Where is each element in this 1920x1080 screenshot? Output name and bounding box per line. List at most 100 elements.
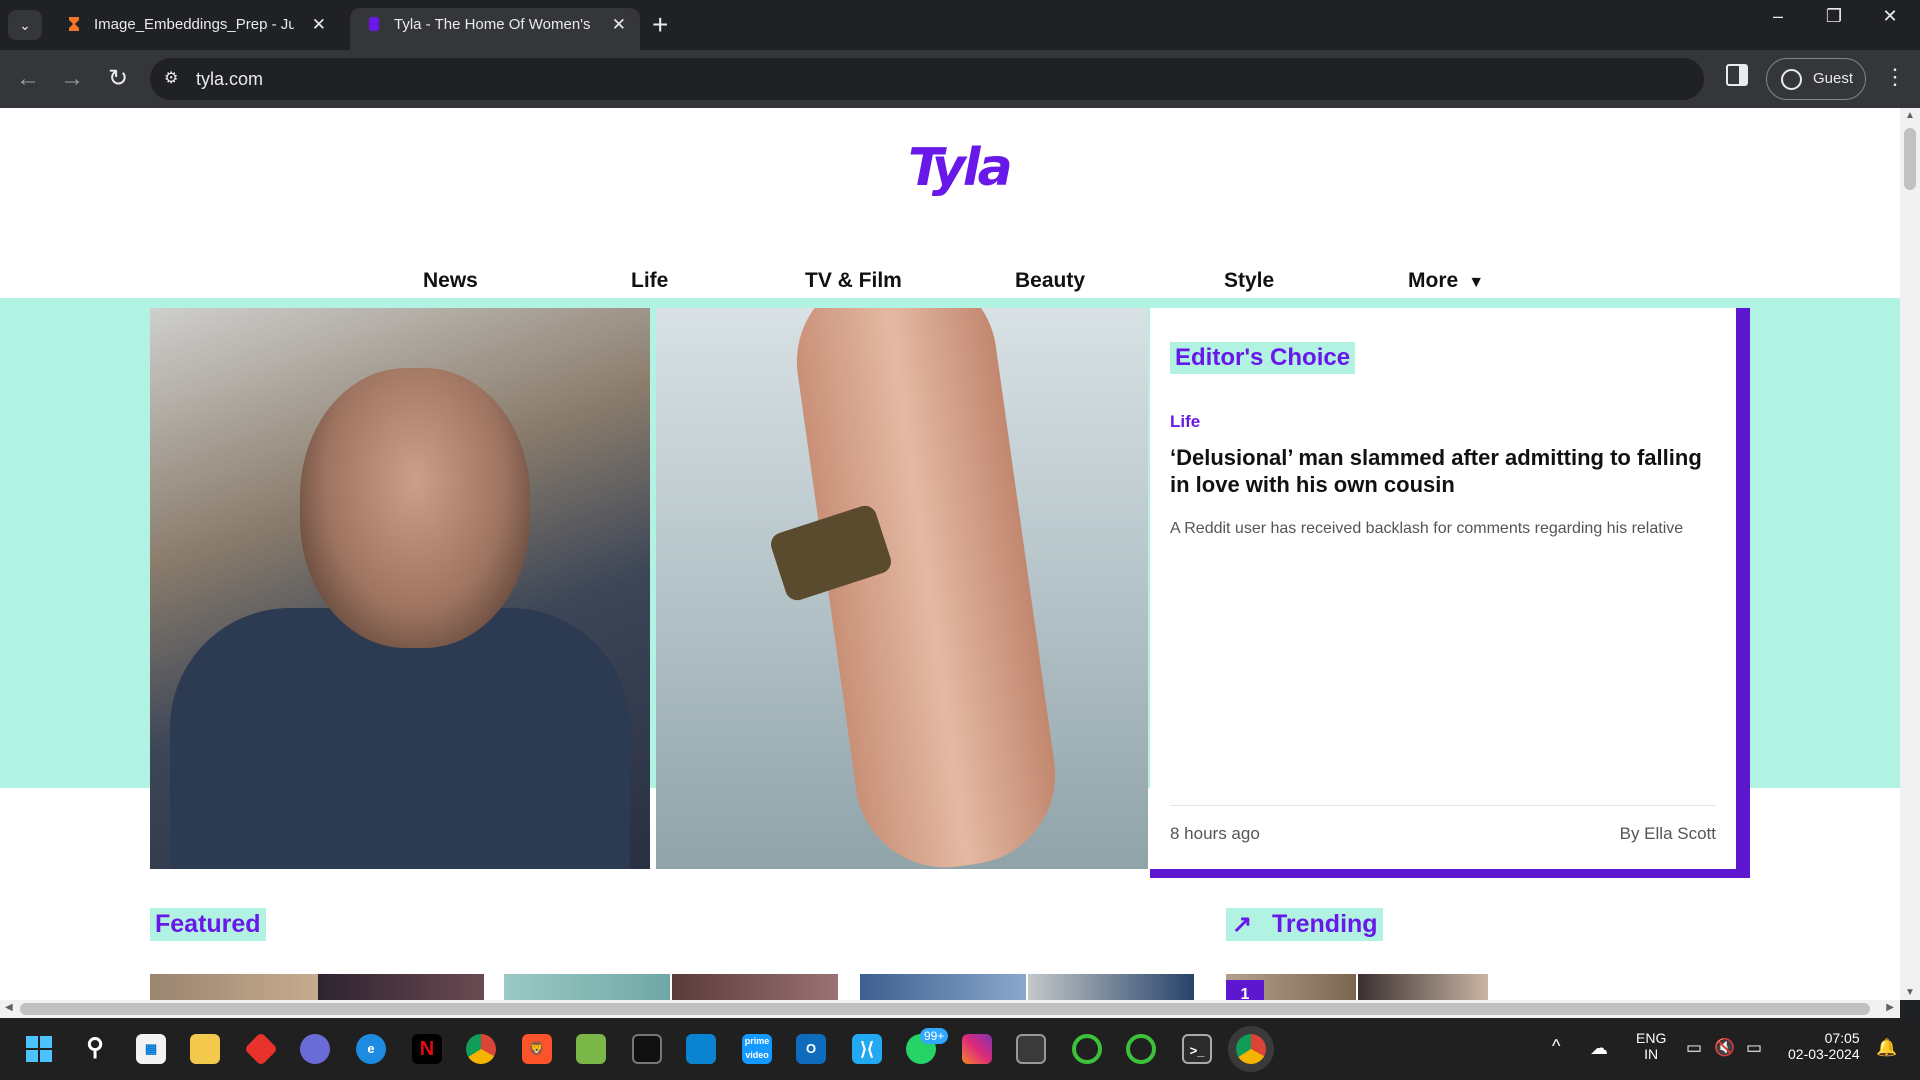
vscode-icon[interactable]: ⟩⟨ [852,1034,882,1064]
chrome-active-icon[interactable] [1236,1034,1266,1064]
edge-icon[interactable]: e [356,1034,386,1064]
anydesk-icon[interactable] [244,1032,278,1066]
microsoft-store-icon[interactable]: ▦ [136,1034,166,1064]
close-icon[interactable]: ✕ [612,8,626,42]
language-region: IN [1644,1046,1659,1062]
minimize-button[interactable]: – [1758,6,1798,27]
tab-title: Image_Embeddings_Prep - Jupyter [94,16,294,33]
file-explorer-icon[interactable] [190,1034,220,1064]
terminal-icon[interactable]: >_ [1182,1034,1212,1064]
tab-title: Tyla - The Home Of Women's News [394,16,594,33]
outlook-icon[interactable]: O [796,1034,826,1064]
windows-start-icon[interactable] [24,1034,54,1064]
side-panel-icon[interactable] [1726,64,1748,86]
scroll-left-arrow-icon[interactable]: ◀ [5,1002,13,1013]
close-icon[interactable]: ✕ [312,8,326,42]
netflix-icon[interactable]: N [412,1034,442,1064]
article-author[interactable]: By Ella Scott [1620,806,1716,862]
instagram-icon[interactable] [962,1034,992,1064]
chevron-down-icon: ▼ [1468,274,1485,291]
trending-heading: ↗ Trending [1226,908,1383,941]
chrome-icon[interactable] [466,1034,496,1064]
main-navigation: News Life TV & Film Beauty Style More ▼ [0,256,1900,306]
vertical-scroll-thumb[interactable] [1904,128,1916,190]
window-close-button[interactable]: ✕ [1870,6,1910,27]
nav-item-news[interactable]: News [423,256,478,306]
horizontal-scroll-thumb[interactable] [20,1003,1870,1015]
featured-thumb-3[interactable] [860,974,1194,1000]
onedrive-cloud-icon[interactable]: ☁ [1590,1038,1608,1059]
forward-icon[interactable]: → [56,64,88,94]
hero-image-hands [656,308,1148,869]
new-tab-button[interactable]: + [652,8,668,42]
tab-jupyter[interactable]: Image_Embeddings_Prep - Jupyter ✕ [50,8,340,50]
editors-choice-badge: Editor's Choice [1170,342,1356,374]
clock-date: 02-03-2024 [1788,1046,1860,1062]
featured-thumb-2[interactable] [504,974,838,1000]
language-code: ENG [1636,1030,1667,1046]
trending-up-icon: ↗ [1232,911,1253,938]
show-hidden-icons-chevron-icon[interactable]: ^ [1552,1036,1560,1057]
image-viewer-icon[interactable] [576,1034,606,1064]
site-info-icon[interactable]: ⚙ [164,68,178,88]
notification-bell-icon[interactable]: 🔔 [1876,1038,1897,1058]
loader-app-2-icon[interactable] [1126,1034,1156,1064]
vertical-scrollbar[interactable]: ▲ ▼ [1900,108,1920,1000]
taskbar: ⚲ ▦ e N 🦁 prime video O ⟩⟨ 99+ >_ ^ ☁ EN… [0,1020,1920,1080]
nav-item-beauty[interactable]: Beauty [1015,256,1085,306]
clock-time: 07:05 [1824,1030,1860,1046]
article-time: 8 hours ago [1170,824,1260,843]
trending-rank-badge: 1 [1226,980,1264,1000]
trending-thumb-1[interactable] [1226,974,1488,1000]
tyla-icon [366,11,382,31]
article-category[interactable]: Life [1170,412,1716,432]
language-indicator[interactable]: ENG IN [1636,1030,1666,1062]
url-text[interactable]: tyla.com [196,69,263,90]
nav-item-life[interactable]: Life [631,256,668,306]
scroll-down-arrow-icon[interactable]: ▼ [1905,987,1915,998]
clock[interactable]: 07:05 02-03-2024 [1788,1030,1860,1062]
nav-item-tv-film[interactable]: TV & Film [805,256,902,306]
hourglass-icon [66,11,82,31]
article-headline[interactable]: ‘Delusional’ man slammed after admitting… [1170,444,1716,498]
app-window-icon[interactable] [1016,1034,1046,1064]
browser-toolbar: ← → ↻ ⚙ tyla.com Guest ⋮ [0,50,1920,108]
network-icon[interactable]: ▭ [1686,1038,1702,1058]
trending-label: Trending [1272,910,1378,938]
brave-icon[interactable]: 🦁 [522,1034,552,1064]
whatsapp-badge: 99+ [920,1028,949,1044]
copilot-icon[interactable] [300,1034,330,1064]
volume-muted-icon[interactable]: 🔇 [1714,1038,1735,1058]
article-meta: 8 hours ago By Ella Scott [1170,805,1716,849]
scroll-right-arrow-icon[interactable]: ▶ [1886,1002,1894,1013]
site-logo[interactable]: Tyla [908,138,1013,198]
battery-icon[interactable]: ▭ [1746,1038,1762,1058]
nav-item-more[interactable]: More ▼ [1408,256,1484,308]
back-icon[interactable]: ← [12,64,44,94]
search-icon[interactable]: ⚲ [80,1034,110,1064]
prime-video-icon[interactable]: prime video [742,1034,772,1064]
tab-tyla[interactable]: Tyla - The Home Of Women's News ✕ [350,8,640,50]
tab-search-button[interactable]: ⌄ [8,10,42,40]
reload-icon[interactable]: ↻ [102,64,134,94]
featured-thumb-1[interactable] [150,974,484,1000]
account-icon [1781,69,1802,90]
nav-more-label: More [1408,269,1459,292]
featured-heading: Featured [150,908,266,941]
scroll-up-arrow-icon[interactable]: ▲ [1905,110,1915,121]
restore-button[interactable]: ❐ [1814,6,1854,27]
hero-image[interactable] [150,308,1148,869]
browser-titlebar: ⌄ Image_Embeddings_Prep - Jupyter ✕ Tyla… [0,0,1920,50]
profile-label: Guest [1813,70,1854,87]
address-bar[interactable]: ⚙ tyla.com [150,58,1704,100]
browser-menu-icon[interactable]: ⋮ [1884,64,1906,90]
horizontal-scrollbar[interactable]: ◀ ▶ [0,1000,1900,1018]
nav-item-style[interactable]: Style [1224,256,1274,306]
sticky-notes-icon[interactable] [686,1034,716,1064]
terminal-window-icon[interactable] [632,1034,662,1064]
loader-app-icon[interactable] [1072,1034,1102,1064]
profile-button[interactable]: Guest [1766,58,1866,100]
page-viewport: Tyla News Life TV & Film Beauty Style Mo… [0,108,1900,1000]
editors-choice-card[interactable]: Editor's Choice Life ‘Delusional’ man sl… [1150,308,1750,878]
article-standfirst: A Reddit user has received backlash for … [1170,520,1684,537]
